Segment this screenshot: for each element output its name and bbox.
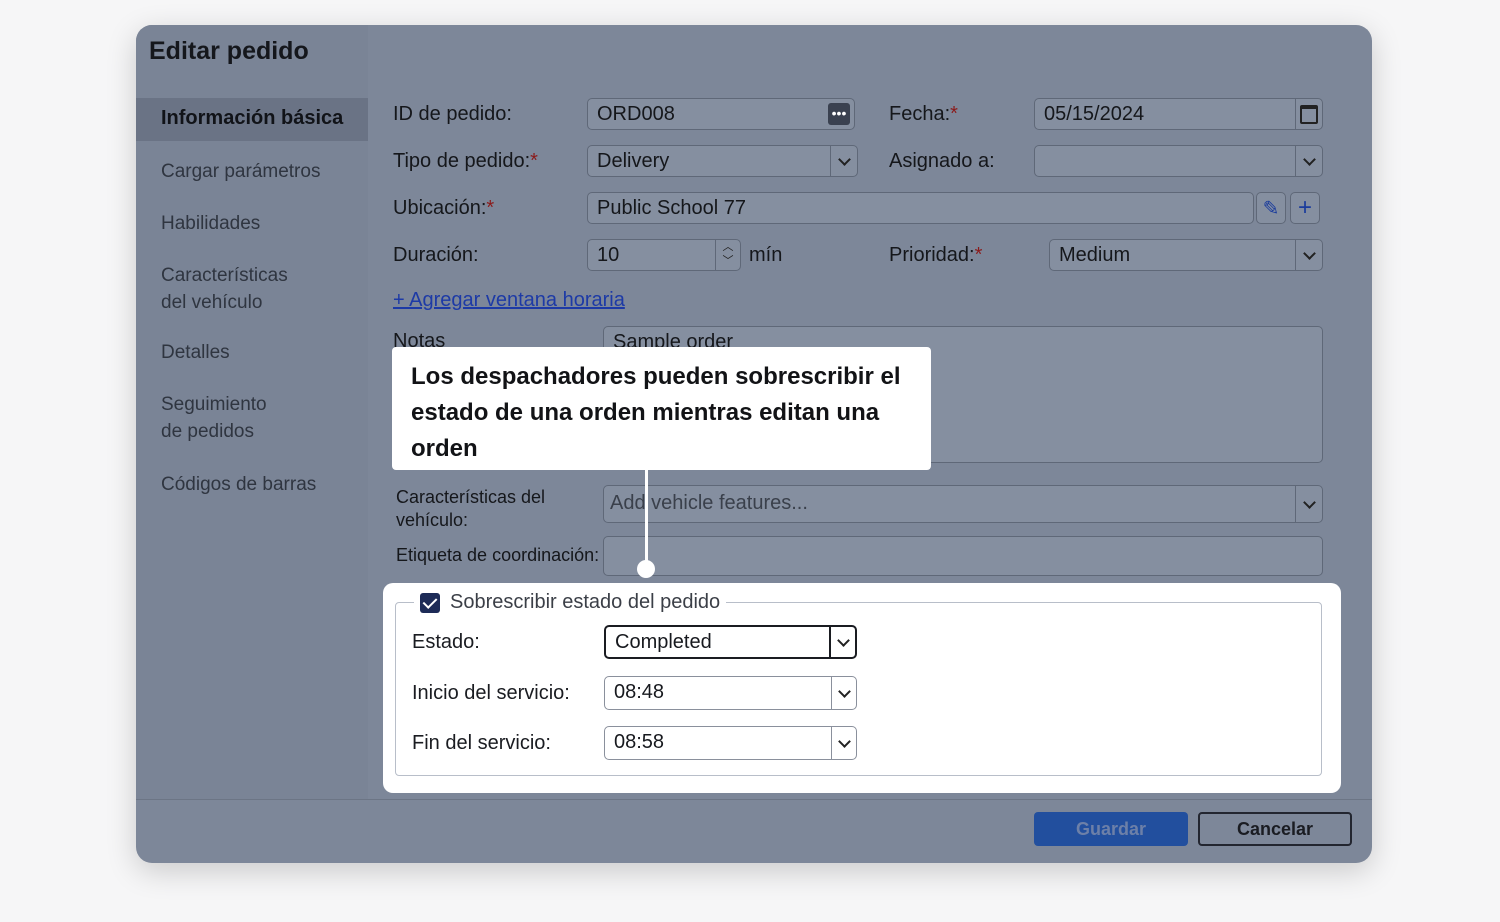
vehicle-features-select[interactable]: Add vehicle features... — [603, 485, 1323, 523]
location-label: Ubicación:* — [393, 197, 495, 219]
sidebar: Editar pedido Información básica Cargar … — [136, 25, 368, 799]
priority-label: Prioridad:* — [889, 244, 983, 266]
override-fieldset: Sobrescribir estado del pedido Estado: C… — [395, 591, 1322, 776]
more-icon[interactable]: ••• — [828, 103, 850, 125]
date-label: Fecha:* — [889, 103, 958, 125]
calendar-icon[interactable] — [1295, 99, 1322, 129]
add-location-icon[interactable]: + — [1290, 192, 1320, 224]
assigned-select[interactable] — [1034, 145, 1323, 177]
callout-tooltip: Los despachadores pueden sobrescribir el… — [392, 347, 931, 470]
status-label: Estado: — [412, 631, 480, 653]
coordination-tag-label: Etiqueta de coordinación: — [396, 545, 600, 565]
sidebar-item-skills[interactable]: Habilidades — [161, 210, 260, 237]
duration-value: 10 — [597, 244, 620, 266]
order-id-value: ORD008 — [597, 103, 675, 125]
callout-dot — [637, 560, 655, 578]
sidebar-item-vehicle-features[interactable]: Características del vehículo — [161, 262, 311, 316]
override-legend: Sobrescribir estado del pedido — [414, 591, 727, 614]
status-select[interactable]: Completed — [604, 625, 857, 659]
override-status-panel: Sobrescribir estado del pedido Estado: C… — [383, 583, 1341, 793]
chevron-down-icon — [831, 677, 856, 709]
order-type-select[interactable]: Delivery — [587, 145, 858, 177]
date-value: 05/15/2024 — [1044, 103, 1145, 125]
sidebar-item-order-tracking[interactable]: Seguimiento de pedidos — [161, 391, 291, 445]
stepper-arrows-icon[interactable]: ︿ ﹀ — [715, 240, 740, 270]
vehicle-features-placeholder: Add vehicle features... — [610, 492, 808, 514]
location-value: Public School 77 — [597, 197, 746, 219]
chevron-down-icon — [1295, 146, 1322, 176]
footer-divider — [136, 799, 1372, 800]
callout-text: Los despachadores pueden sobrescribir el… — [411, 363, 901, 462]
dialog-title: Editar pedido — [149, 37, 309, 65]
service-start-label: Inicio del servicio: — [412, 682, 570, 704]
save-button[interactable]: Guardar — [1034, 812, 1188, 846]
override-status-label: Sobrescribir estado del pedido — [450, 591, 721, 613]
sidebar-item-load-params[interactable]: Cargar parámetros — [161, 158, 320, 185]
vehicle-features-label: Características del vehículo: — [396, 487, 546, 530]
sidebar-item-barcodes[interactable]: Códigos de barras — [161, 471, 316, 498]
service-end-select[interactable]: 08:58 — [604, 726, 857, 760]
chevron-down-icon — [1295, 486, 1322, 522]
status-value: Completed — [615, 631, 712, 653]
service-end-value: 08:58 — [614, 731, 665, 753]
duration-label: Duración: — [393, 244, 479, 266]
chevron-down-icon — [830, 146, 857, 176]
sidebar-item-basic-info[interactable]: Información básica — [136, 98, 368, 141]
override-status-checkbox[interactable] — [420, 592, 440, 613]
order-type-value: Delivery — [597, 150, 670, 172]
service-start-select[interactable]: 08:48 — [604, 676, 857, 710]
callout-connector — [645, 470, 648, 568]
order-id-label: ID de pedido: — [393, 103, 512, 125]
order-type-label: Tipo de pedido:* — [393, 150, 538, 172]
priority-select[interactable]: Medium — [1049, 239, 1323, 271]
location-field[interactable]: Public School 77 — [587, 192, 1254, 224]
chevron-down-icon — [831, 727, 856, 759]
assigned-label: Asignado a: — [889, 150, 995, 172]
coordination-tag-field[interactable] — [603, 536, 1323, 576]
chevron-down-icon — [829, 627, 855, 657]
priority-value: Medium — [1059, 244, 1131, 266]
chevron-down-icon — [1295, 240, 1322, 270]
service-start-value: 08:48 — [614, 681, 665, 703]
order-id-field[interactable]: ORD008 ••• — [587, 98, 855, 130]
duration-unit: mín — [749, 244, 783, 266]
add-time-window-link[interactable]: + Agregar ventana horaria — [393, 289, 625, 312]
sidebar-item-details[interactable]: Detalles — [161, 339, 230, 366]
service-end-label: Fin del servicio: — [412, 732, 551, 754]
date-field[interactable]: 05/15/2024 — [1034, 98, 1323, 130]
sidebar-item-label: Información básica — [161, 107, 344, 129]
cancel-button[interactable]: Cancelar — [1198, 812, 1352, 846]
duration-stepper[interactable]: 10 ︿ ﹀ — [587, 239, 741, 271]
edit-location-icon[interactable]: ✎ — [1256, 192, 1286, 224]
